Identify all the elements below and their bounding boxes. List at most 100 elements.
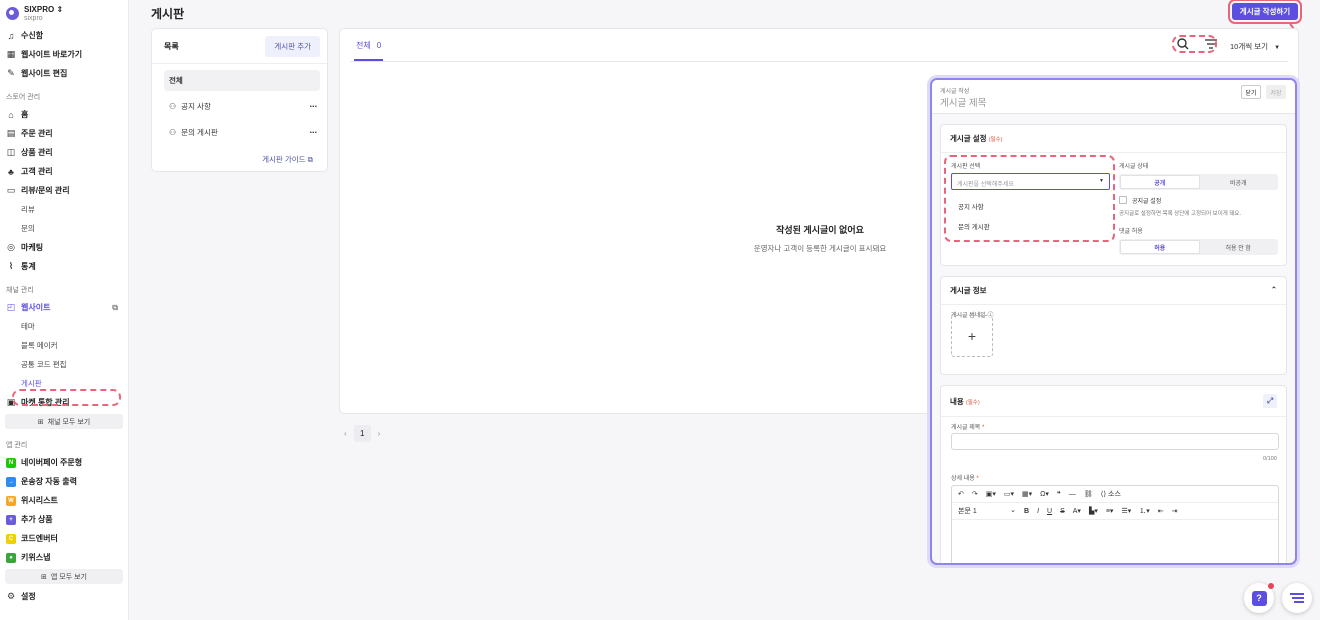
user-icon: ⚇ [169, 102, 177, 111]
sidebar-item-review[interactable]: ▭ 리뷰/문의 관리 [0, 181, 128, 200]
help-button[interactable]: ? [1244, 583, 1274, 613]
help-icon: ? [1251, 590, 1267, 606]
sidebar-app-item[interactable]: C 코드엔버터 [0, 529, 128, 548]
align-icon[interactable]: ≡▾ [1106, 507, 1114, 515]
tab-all[interactable]: 전체 0 [354, 37, 384, 61]
strike-icon[interactable]: S [1060, 508, 1065, 515]
rich-text-editor[interactable]: ↶ ↷ ▣▾ ▭▾ ▦▾ Ω▾ ❝ — ⛓ ⟨⟩ 소스 본문 1 ⌄ B I U S A▾ ▙▾… [951, 485, 1279, 563]
search-button[interactable] [1176, 37, 1190, 51]
font-color-icon[interactable]: A▾ [1073, 507, 1081, 515]
sidebar-item-label: 위시리스트 [21, 496, 58, 505]
sidebar-app-item[interactable]: + 추가 상품 [0, 510, 128, 529]
underline-icon[interactable]: U [1047, 508, 1052, 515]
more-icon[interactable]: ⋯ [310, 102, 318, 111]
app-viewall-button[interactable]: ⊞ 앱 모두 보기 [5, 569, 123, 584]
status-private[interactable]: 비공개 [1200, 175, 1278, 189]
sidebar-item-sub[interactable]: 블록 메이커 [0, 336, 128, 355]
save-button[interactable]: 저장 [1266, 85, 1286, 99]
sidebar-item-label: 마켓 통합 관리 [21, 398, 70, 407]
outdent-icon[interactable]: ⇤ [1158, 507, 1164, 515]
prev-page-icon[interactable]: ‹ [344, 429, 347, 438]
chevron-up-icon[interactable]: ⌃ [1271, 285, 1277, 296]
editor-toolbar-2: 본문 1 ⌄ B I U S A▾ ▙▾ ≡▾ ☰▾ ⒈▾ ⇤ ⇥ [952, 503, 1278, 520]
bullet-list-icon[interactable]: ☰▾ [1121, 507, 1131, 515]
sidebar-item-bell[interactable]: ♫ 수신함 [0, 26, 128, 45]
quote-icon[interactable]: ❝ [1057, 490, 1061, 498]
sidebar-app-item[interactable]: W 위시리스트 [0, 491, 128, 510]
review-icon: ▭ [6, 185, 16, 195]
bg-color-icon[interactable]: ▙▾ [1089, 507, 1098, 515]
menu-button[interactable] [1282, 583, 1312, 613]
redo-icon[interactable]: ↷ [972, 490, 978, 498]
required-tag: (필수) [988, 137, 1003, 143]
pencil-icon: ✎ [7, 68, 15, 78]
close-button[interactable]: 닫기 [1241, 85, 1261, 99]
sidebar-item-sub[interactable]: 게시판 [0, 374, 128, 393]
italic-icon[interactable]: I [1037, 508, 1039, 515]
sidebar-item-customer[interactable]: ♣ 고객 관리 [0, 162, 128, 181]
board-list-item[interactable]: ⚇ 문의 게시판 ⋯ [164, 122, 320, 143]
undo-icon[interactable]: ↶ [958, 490, 964, 498]
status-public[interactable]: 공개 [1120, 175, 1200, 189]
board-list-item[interactable]: 전체 [164, 70, 320, 91]
number-list-icon[interactable]: ⒈▾ [1139, 506, 1150, 516]
hr-icon[interactable]: — [1069, 491, 1076, 498]
status-toggle[interactable]: 공개 비공개 [1119, 174, 1278, 190]
sidebar-item-sub[interactable]: 공통 코드 편집 [0, 355, 128, 374]
post-title-placeholder[interactable]: 게시글 제목 [940, 95, 986, 109]
post-info-card: 게시글 정보 ⌃ 게시글 썸네일 ⓘ + [940, 276, 1287, 375]
sidebar-item-order[interactable]: ▤ 주문 관리 [0, 124, 128, 143]
user-icon: ⚇ [169, 128, 177, 137]
filter-button[interactable] [1204, 37, 1218, 51]
board-guide-link[interactable]: 게시판 가이드 ⧉ [262, 154, 313, 165]
sidebar-item-pencil[interactable]: ✎ 웹사이트 편집 [0, 64, 128, 83]
source-button[interactable]: ⟨⟩ 소스 [1101, 489, 1121, 499]
sidebar-item-home[interactable]: ⌂ 홈 [0, 105, 128, 124]
sidebar-item-settings[interactable]: ⚙ 설정 [0, 587, 128, 606]
page-number[interactable]: 1 [353, 425, 371, 442]
sidebar-app-item[interactable]: ● 키위스냅 [0, 548, 128, 567]
code-icon: C [6, 533, 16, 544]
sidebar-app-item[interactable]: N 네이버페이 주문형 [0, 453, 128, 472]
sidebar-item-grid[interactable]: ▦ 웹사이트 바로가기 [0, 45, 128, 64]
external-link-icon[interactable]: ⧉ [112, 303, 118, 313]
post-title-input[interactable] [951, 433, 1279, 450]
special-char-icon[interactable]: Ω▾ [1040, 490, 1049, 498]
page-size-select[interactable]: 10개씩 보기 ▼ [1230, 41, 1280, 52]
wishlist-icon: W [6, 495, 16, 506]
board-list-item[interactable]: ⚇ 공지 사항 ⋯ [164, 96, 320, 117]
sidebar-item-sub[interactable]: 문의 [0, 219, 128, 238]
sidebar-item-stats[interactable]: ⌇ 통계 [0, 257, 128, 276]
apps-icon: ⊞ [41, 573, 47, 581]
sidebar-item-sub[interactable]: 리뷰 [0, 200, 128, 219]
sidebar-item-sub[interactable]: 테마 [0, 317, 128, 336]
link-icon[interactable]: ⛓ [1084, 490, 1093, 498]
comment-allow[interactable]: 허용 [1120, 240, 1200, 254]
sidebar-app-item[interactable]: → 운송장 자동 출력 [0, 472, 128, 491]
comment-deny[interactable]: 허용 안 함 [1200, 240, 1278, 254]
video-icon[interactable]: ▭▾ [1004, 490, 1014, 498]
sidebar-item-website[interactable]: ◰ 웹사이트 ⧉ [0, 298, 128, 317]
sidebar-item-market[interactable]: ▣ 마켓 통합 관리 [0, 393, 128, 412]
sidebar-item-product[interactable]: ◫ 상품 관리 [0, 143, 128, 162]
table-icon[interactable]: ▦▾ [1022, 490, 1032, 498]
apps-icon: ⊞ [37, 418, 44, 426]
more-icon[interactable]: ⋯ [310, 128, 318, 137]
brand-switcher[interactable]: SIXPRO ⇕ sixpro [0, 0, 128, 26]
sidebar-item-marketing[interactable]: ◎ 마케팅 [0, 238, 128, 257]
expand-icon[interactable]: ⤢ [1263, 394, 1277, 408]
comment-toggle[interactable]: 허용 허용 안 함 [1119, 239, 1278, 255]
add-board-button[interactable]: 게시판 추가 [265, 35, 320, 57]
paragraph-select[interactable]: 본문 1 ⌄ [958, 506, 1016, 516]
sidebar-item-label: 게시판 [21, 379, 42, 388]
write-post-button[interactable]: 게시글 작성하기 [1228, 0, 1302, 24]
bold-icon[interactable]: B [1024, 508, 1029, 515]
channel-viewall-button[interactable]: ⊞ 채널 모두 보기 [5, 414, 123, 429]
sidebar-item-label: 테마 [21, 322, 35, 331]
image-icon[interactable]: ▣▾ [986, 490, 996, 498]
indent-icon[interactable]: ⇥ [1172, 507, 1178, 515]
notice-checkbox[interactable] [1119, 196, 1127, 204]
next-page-icon[interactable]: › [378, 429, 381, 438]
sidebar-item-label: 웹사이트 편집 [21, 69, 68, 78]
add-thumbnail-button[interactable]: + [951, 315, 993, 357]
